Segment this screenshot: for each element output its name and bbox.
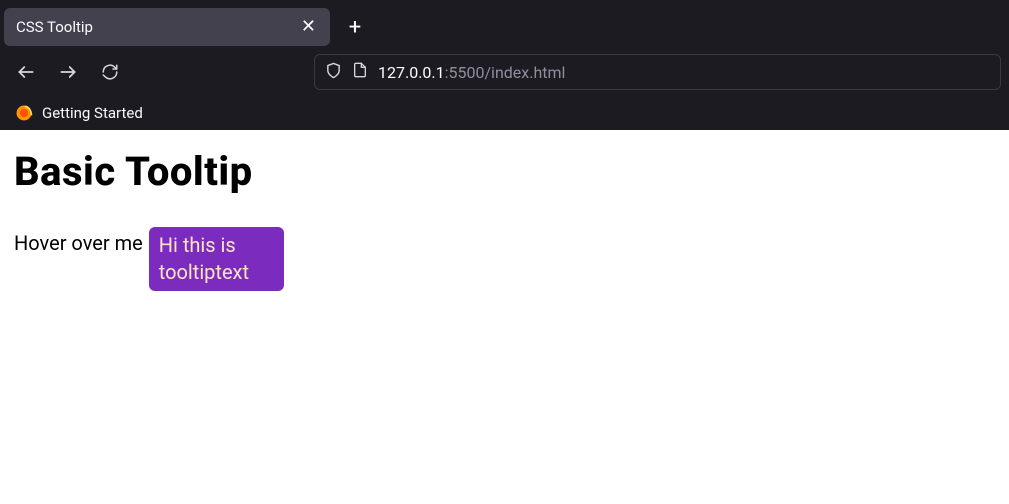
bookmark-getting-started[interactable]: Getting Started (42, 104, 143, 122)
browser-tab[interactable]: CSS Tooltip ✕ (4, 8, 330, 46)
reload-button[interactable] (92, 54, 128, 90)
reload-icon (101, 63, 119, 81)
close-icon[interactable]: ✕ (299, 16, 318, 38)
arrow-right-icon (58, 62, 78, 82)
bookmarks-bar: Getting Started (0, 96, 1009, 130)
url-bar[interactable]: 127.0.0.1:5500/index.html (314, 54, 1001, 90)
page-content: Basic Tooltip Hover over me Hi this is t… (0, 130, 1009, 309)
plus-icon: + (349, 15, 361, 40)
hover-trigger-text[interactable]: Hover over me (14, 227, 143, 255)
shield-icon (325, 62, 342, 83)
tab-title: CSS Tooltip (16, 18, 93, 36)
firefox-icon (14, 103, 34, 123)
page-icon (352, 62, 368, 82)
page-heading: Basic Tooltip (14, 148, 995, 195)
tooltip-box: Hi this is tooltiptext (149, 227, 284, 291)
back-button[interactable] (8, 54, 44, 90)
new-tab-button[interactable]: + (338, 10, 372, 44)
url-text: 127.0.0.1:5500/index.html (378, 63, 565, 82)
tab-bar: CSS Tooltip ✕ + (0, 0, 1009, 48)
tooltip-demo: Hover over me Hi this is tooltiptext (14, 227, 995, 291)
forward-button[interactable] (50, 54, 86, 90)
toolbar: 127.0.0.1:5500/index.html (0, 48, 1009, 96)
arrow-left-icon (16, 62, 36, 82)
